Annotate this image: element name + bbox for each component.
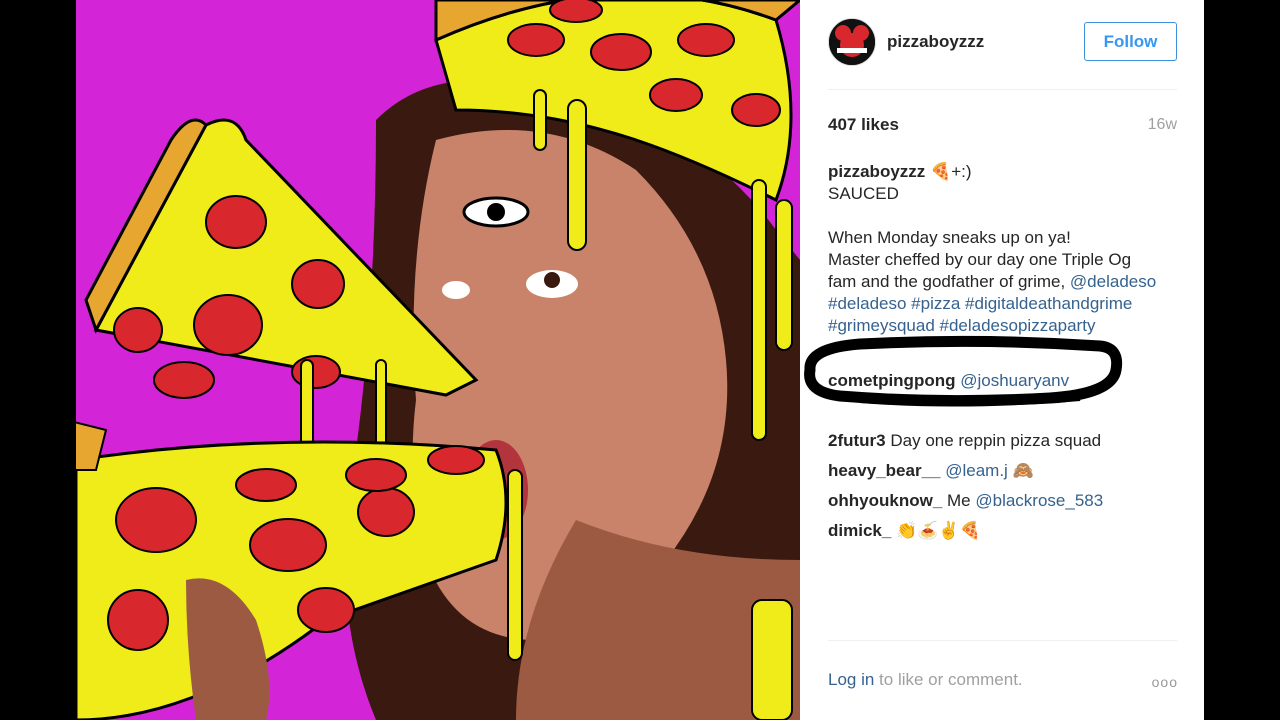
comment-text: Me (947, 491, 976, 510)
follow-button[interactable]: Follow (1084, 22, 1177, 61)
comments-list: cometpingpong @joshuaryanv 2futur3 Day o… (828, 366, 1188, 546)
comment-mention[interactable]: @joshuaryanv (960, 371, 1069, 390)
comment-username[interactable]: cometpingpong (828, 371, 955, 390)
post-age[interactable]: 16w (1148, 116, 1177, 134)
comment-username[interactable]: heavy_bear__ (828, 461, 940, 480)
login-prompt-text: to like or comment. (874, 670, 1023, 689)
comment: ohhyouknow_ Me @blackrose_583 (828, 486, 1188, 516)
comment-mention[interactable]: @leam.j (945, 461, 1008, 480)
hashtags-line[interactable]: #grimeysquad #deladesopizzaparty (828, 315, 1183, 337)
comment-username[interactable]: ohhyouknow_ (828, 491, 942, 510)
comment-emoji: 🙈 (1012, 461, 1034, 480)
comment-username[interactable]: dimick_ (828, 521, 891, 540)
divider (828, 640, 1177, 641)
comment-username[interactable]: 2futur3 (828, 431, 886, 450)
caption-author[interactable]: pizzaboyzzz (828, 162, 925, 181)
comment-text: Day one reppin pizza squad (890, 431, 1102, 450)
comment: dimick_ 👏🍝✌🍕 (828, 516, 1188, 546)
post-header: pizzaboyzzz Follow (828, 18, 1177, 88)
comment-spacer (828, 396, 1188, 426)
login-link[interactable]: Log in (828, 670, 874, 689)
comment: 2futur3 Day one reppin pizza squad (828, 426, 1188, 456)
avatar[interactable] (828, 18, 876, 66)
post-sidebar: pizzaboyzzz Follow 407 likes 16w pizzabo… (800, 0, 1204, 720)
username[interactable]: pizzaboyzzz (887, 32, 984, 52)
pizza-illustration (76, 0, 800, 720)
login-prompt: Log in to like or comment. (828, 670, 1023, 690)
mickey-logo-icon (829, 19, 875, 65)
likes-count[interactable]: 407 likes (828, 115, 899, 135)
post-image[interactable] (76, 0, 800, 720)
mention-link[interactable]: @deladeso (1070, 272, 1156, 291)
caption: pizzaboyzzz 🍕+:) SAUCED When Monday snea… (828, 161, 1183, 337)
more-options-button[interactable]: ooo (1152, 674, 1178, 690)
comment-emoji: 👏🍝✌🍕 (896, 521, 981, 540)
caption-line: fam and the godfather of grime, (828, 272, 1070, 291)
comment: heavy_bear__ @leam.j 🙈 (828, 456, 1188, 486)
comment: cometpingpong @joshuaryanv (828, 366, 1188, 396)
comment-mention[interactable]: @blackrose_583 (975, 491, 1103, 510)
hashtags-line[interactable]: #deladeso #pizza #digitaldeathandgrime (828, 293, 1183, 315)
caption-line: Master cheffed by our day one Triple Og (828, 250, 1132, 269)
caption-line: When Monday sneaks up on ya! (828, 228, 1071, 247)
caption-emoji: 🍕+:) (930, 162, 972, 181)
caption-line: SAUCED (828, 184, 899, 203)
divider (828, 89, 1177, 90)
